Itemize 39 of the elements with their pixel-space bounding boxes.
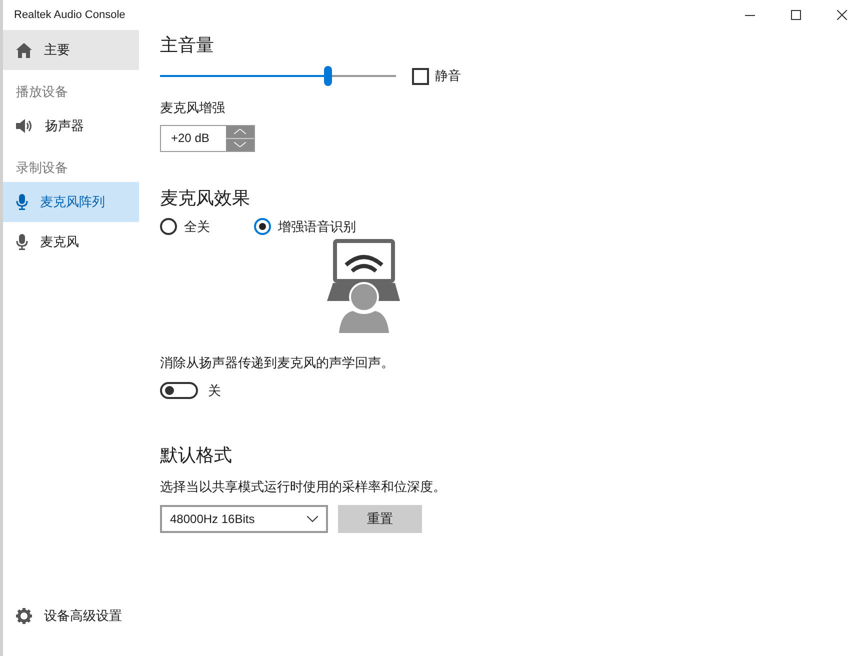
microphone-icon xyxy=(16,234,28,250)
section-title: 主音量 xyxy=(160,34,215,57)
nav-item[interactable]: 麦克风阵列 xyxy=(3,182,139,222)
speaker-icon xyxy=(16,119,33,133)
volume-slider[interactable] xyxy=(160,66,396,86)
window-title: Realtek Audio Console xyxy=(14,8,126,23)
settings-icon xyxy=(16,608,32,624)
home-icon xyxy=(16,42,32,58)
mute-checkbox[interactable] xyxy=(412,68,429,84)
section-header: 录制设备 xyxy=(15,158,69,176)
microphone-icon xyxy=(16,194,28,210)
advanced-settings-link[interactable]: 设备高级设置 xyxy=(3,596,139,636)
nav-item[interactable]: 麦克风 xyxy=(3,222,139,262)
minimize-icon xyxy=(745,14,755,16)
reset-button[interactable]: 重置 xyxy=(338,504,422,532)
nav-label: 扬声器 xyxy=(45,117,84,136)
field-label: 麦克风增强 xyxy=(160,99,226,117)
section-header: 播放设备 xyxy=(15,82,69,100)
nav-label: 主要 xyxy=(44,41,70,60)
maximize-icon xyxy=(791,10,801,20)
radio-label: 增强语音识别 xyxy=(278,218,356,236)
section-title: 麦克风效果 xyxy=(160,186,251,210)
radio-button[interactable] xyxy=(254,218,271,235)
close-icon xyxy=(837,10,847,20)
nav-label: 设备高级设置 xyxy=(44,607,122,626)
toggle-state-label: 关 xyxy=(208,382,221,400)
nav-label: 麦克风 xyxy=(40,233,79,252)
radio-label: 全关 xyxy=(184,218,210,236)
echo-description: 消除从扬声器传递到麦克风的声学回声。 xyxy=(160,354,395,372)
chevron-down-icon xyxy=(307,516,318,522)
format-dropdown[interactable]: 48000Hz 16Bits xyxy=(160,504,328,532)
nav-label: 麦克风阵列 xyxy=(40,193,105,212)
mute-label: 静音 xyxy=(435,67,461,86)
nav-item[interactable]: 主要 xyxy=(3,30,139,70)
format-description: 选择当以共享模式运行时使用的采样率和位深度。 xyxy=(160,478,447,496)
section-title: 默认格式 xyxy=(160,444,233,467)
echo-toggle[interactable] xyxy=(160,382,198,399)
nav-item[interactable]: 扬声器 xyxy=(3,106,139,146)
radio-button[interactable] xyxy=(160,218,177,235)
